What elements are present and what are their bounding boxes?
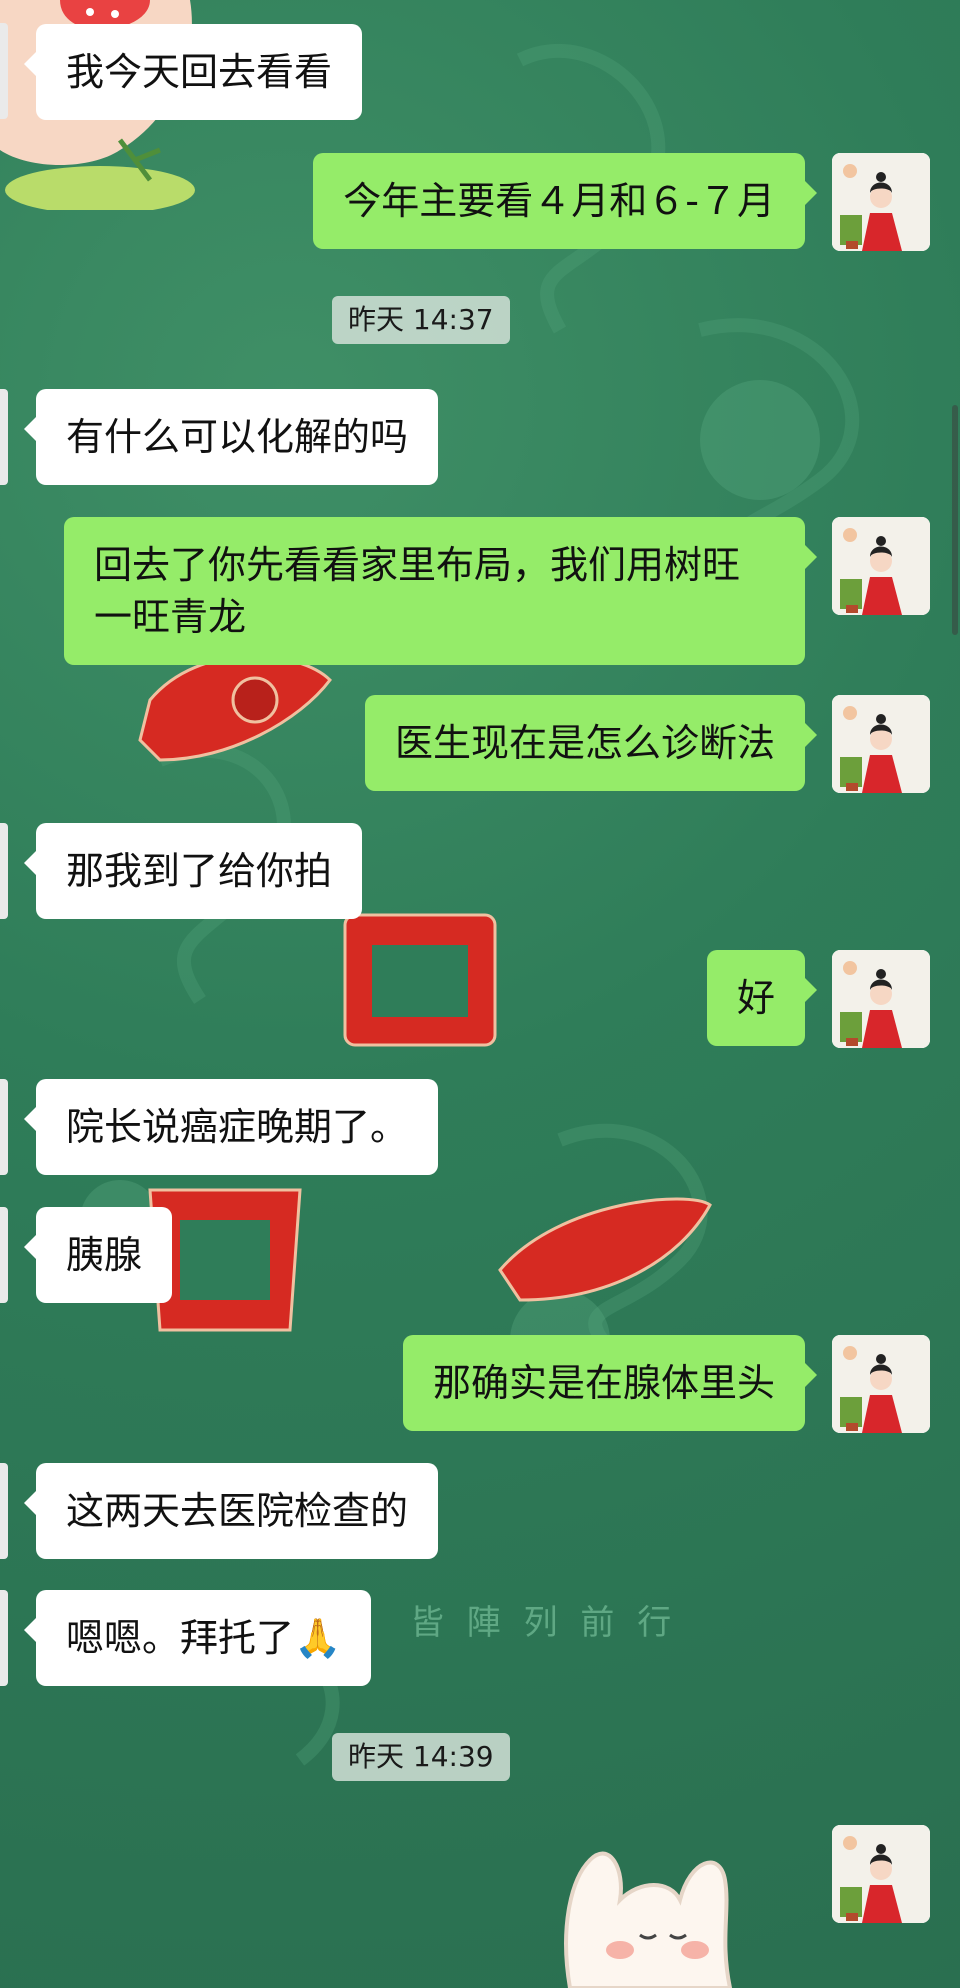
red-leaf-shape [498,1197,712,1302]
message-incoming: 有什么可以化解的吗 [23,389,439,485]
woman-in-red-avatar-icon [832,950,930,1048]
message-incoming: 嗯嗯。拜托了🙏 [23,1590,372,1686]
message-incoming: 这两天去医院检查的 [23,1463,439,1559]
message-incoming: 院长说癌症晚期了。 [23,1079,439,1175]
contact-avatar[interactable] [0,23,8,119]
woman-in-red-avatar-icon [832,153,930,251]
user-avatar[interactable] [832,1335,930,1433]
contact-avatar[interactable] [0,1590,8,1686]
user-avatar[interactable] [832,1825,930,1923]
woman-in-red-avatar-icon [832,1825,930,1923]
contact-avatar[interactable] [0,1463,8,1559]
message-incoming: 胰腺 [23,1207,173,1303]
message-bubble[interactable]: 胰腺 [23,1207,173,1303]
wallpaper-text: 皆 陣 列 前 行 [410,1603,678,1643]
message-incoming: 我今天回去看看 [23,24,363,120]
message-outgoing: 好 [706,950,818,1046]
rabbit-sticker [564,1851,733,1988]
user-avatar[interactable] [832,517,930,615]
message-outgoing: 那确实是在腺体里头 [402,1335,818,1431]
message-bubble[interactable]: 这两天去医院检查的 [23,1463,439,1559]
red-fish-shape [138,654,332,762]
message-bubble[interactable]: 回去了你先看看家里布局，我们用树旺一旺青龙 [64,517,817,665]
message-bubble[interactable]: 有什么可以化解的吗 [23,389,439,485]
contact-avatar[interactable] [0,389,8,485]
message-incoming: 那我到了给你拍 [23,823,363,919]
message-bubble[interactable]: 那我到了给你拍 [23,823,363,919]
user-avatar[interactable] [832,153,930,251]
contact-avatar[interactable] [0,1079,8,1175]
timestamp-chip: 昨天 14:37 [332,296,510,344]
woman-in-red-avatar-icon [832,695,930,793]
message-bubble[interactable]: 院长说癌症晚期了。 [23,1079,439,1175]
woman-in-red-avatar-icon [832,517,930,615]
contact-avatar[interactable] [0,1207,8,1303]
contact-avatar[interactable] [0,823,8,919]
woman-in-red-avatar-icon [832,1335,930,1433]
red-seal-shape [343,913,497,1047]
message-bubble[interactable]: 今年主要看４月和６-７月 [313,153,817,249]
message-outgoing: 医生现在是怎么诊断法 [364,695,818,791]
user-avatar[interactable] [832,950,930,1048]
message-bubble[interactable]: 那确实是在腺体里头 [402,1335,818,1431]
message-outgoing: 今年主要看４月和６-７月 [313,153,817,249]
message-bubble[interactable]: 我今天回去看看 [23,24,363,120]
message-bubble[interactable]: 好 [706,950,818,1046]
message-outgoing: 回去了你先看看家里布局，我们用树旺一旺青龙 [64,517,817,665]
timestamp-chip: 昨天 14:39 [332,1733,510,1781]
user-avatar[interactable] [832,695,930,793]
message-bubble[interactable]: 嗯嗯。拜托了🙏 [23,1590,372,1686]
scroll-indicator[interactable] [952,405,958,635]
message-bubble[interactable]: 医生现在是怎么诊断法 [364,695,818,791]
